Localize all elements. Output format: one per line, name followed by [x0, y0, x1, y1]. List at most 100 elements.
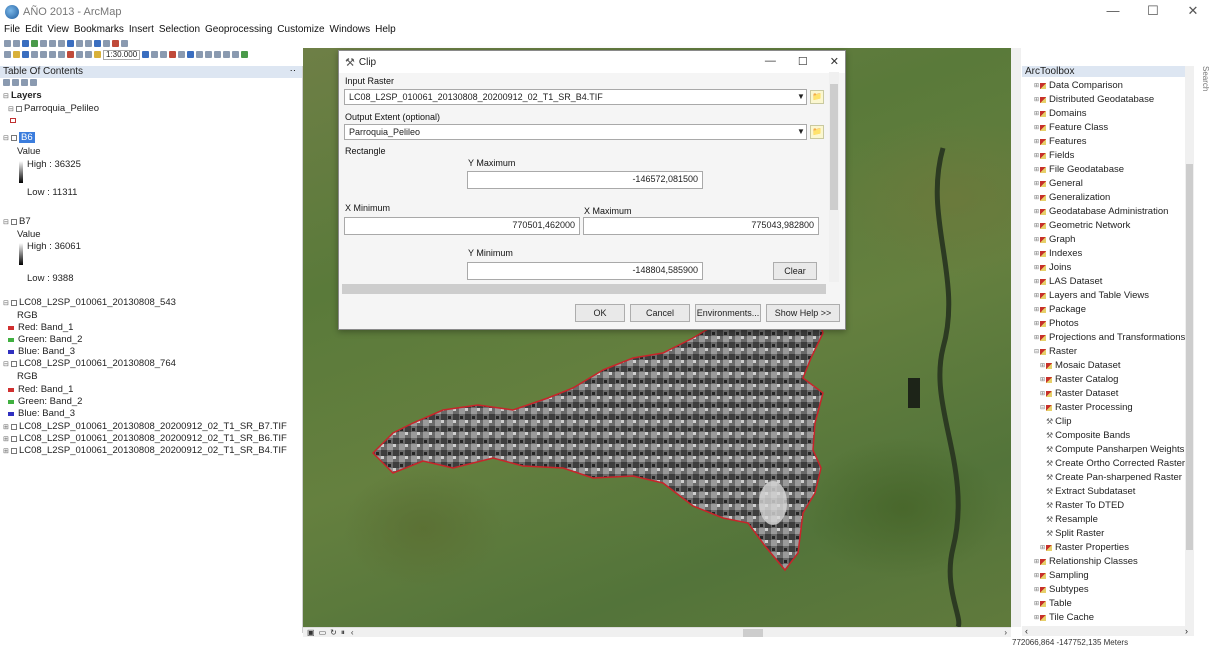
map-bottom-bar[interactable]: ▣ ▭ ↻ ⏸ ‹ ›: [303, 627, 1011, 637]
find-icon[interactable]: [103, 40, 110, 47]
menu-view[interactable]: View: [47, 24, 69, 38]
expand-icon[interactable]: ⊞: [1034, 208, 1039, 215]
toolbox-tool-item[interactable]: ⚒ Compute Pansharpen Weights: [1046, 444, 1184, 455]
dialog-vscroll-thumb[interactable]: [830, 84, 838, 210]
layer-visibility-checkbox[interactable]: [16, 105, 22, 112]
toolbox-toolset-item[interactable]: ⊞ Data Comparison: [1034, 80, 1123, 91]
menu-bookmarks[interactable]: Bookmarks: [74, 24, 124, 38]
zoom-in-icon[interactable]: [4, 40, 11, 47]
expand-icon[interactable]: ⊞: [1034, 558, 1039, 565]
model-builder-icon[interactable]: [187, 51, 195, 58]
menu-selection[interactable]: Selection: [159, 24, 200, 38]
expand-icon[interactable]: ⊞: [1034, 250, 1039, 257]
data-view-button[interactable]: ▣: [307, 628, 315, 637]
layer-name[interactable]: B6: [19, 132, 35, 143]
expand-icon[interactable]: ⊞: [1040, 390, 1045, 397]
menu-geoprocessing[interactable]: Geoprocessing: [205, 24, 272, 38]
scroll-left-arrow[interactable]: ‹: [351, 628, 354, 637]
expand-icon[interactable]: ⊞: [1034, 124, 1039, 131]
list-by-source-icon[interactable]: [12, 78, 19, 86]
python-icon[interactable]: [178, 51, 186, 58]
identify-icon[interactable]: [94, 40, 101, 47]
add-data-icon[interactable]: [94, 51, 101, 58]
layer-visibility-checkbox[interactable]: [11, 360, 17, 367]
collapse-icon[interactable]: ⊟: [3, 299, 11, 307]
y-minimum-input[interactable]: -148804,585900: [467, 262, 703, 280]
expand-icon[interactable]: ⊞: [1034, 152, 1039, 159]
blue-band[interactable]: Blue: Band_3: [8, 408, 75, 419]
toolbox-toolset-item[interactable]: ⊞ Table: [1034, 598, 1072, 609]
full-extent-icon[interactable]: [31, 40, 38, 47]
toolbox-tool-item[interactable]: ⚒ Extract Subdataset: [1046, 486, 1135, 497]
expand-icon[interactable]: ⊞: [1034, 572, 1039, 579]
browse-folder-icon[interactable]: 📁: [810, 90, 824, 104]
red-band[interactable]: Red: Band_1: [8, 322, 73, 333]
layer-tif-b4[interactable]: ⊞ LC08_L2SP_010061_20130808_20200912_02_…: [3, 445, 287, 456]
browse-folder-icon[interactable]: 📁: [810, 125, 824, 139]
x-minimum-input[interactable]: 770501,462000: [344, 217, 580, 235]
toolbox-toolset-item[interactable]: ⊞ Raster Dataset: [1040, 388, 1118, 399]
paste-icon[interactable]: [58, 51, 65, 58]
list-by-drawing-order-icon[interactable]: [3, 78, 10, 86]
toolbox-tool-item[interactable]: ⚒ Split Raster: [1046, 528, 1104, 539]
toolbox-toolset-item[interactable]: ⊞ Tile Cache: [1034, 612, 1094, 623]
toolbox-toolset-item[interactable]: ⊞ Package: [1034, 304, 1086, 315]
menu-windows[interactable]: Windows: [330, 24, 371, 38]
georeferencing-icon[interactable]: [241, 51, 249, 58]
drawing-icon[interactable]: [232, 51, 240, 58]
expand-icon[interactable]: ⊞: [1034, 166, 1039, 173]
toolbox-vscroll-thumb[interactable]: [1186, 164, 1193, 550]
hyperlink-icon[interactable]: [121, 40, 128, 47]
input-raster-combo[interactable]: LC08_L2SP_010061_20130808_20200912_02_T1…: [344, 89, 807, 105]
polygon-symbol[interactable]: [10, 118, 16, 123]
undo-icon[interactable]: [76, 51, 83, 58]
expand-icon[interactable]: ⊞: [1034, 306, 1039, 313]
toolbox-toolset-item[interactable]: ⊞ Indexes: [1034, 248, 1082, 259]
redo-icon[interactable]: [85, 51, 92, 58]
table-of-contents-icon[interactable]: [151, 51, 159, 58]
expand-icon[interactable]: ⊞: [1034, 600, 1039, 607]
chevron-down-icon[interactable]: ▼: [797, 127, 805, 136]
layer-b6[interactable]: ⊟ B6: [3, 132, 35, 143]
collapse-icon[interactable]: ⊟: [3, 92, 11, 100]
menu-file[interactable]: File: [4, 24, 20, 38]
dialog-minimize-button[interactable]: —: [765, 55, 776, 68]
expand-icon[interactable]: ⊞: [1034, 334, 1039, 341]
pan-icon[interactable]: [22, 40, 29, 47]
y-maximum-input[interactable]: -146572,081500: [467, 171, 703, 189]
menu-insert[interactable]: Insert: [129, 24, 154, 38]
toolbox-toolset-item[interactable]: ⊞ Features: [1034, 136, 1087, 147]
x-maximum-input[interactable]: 775043,982800: [583, 217, 819, 235]
expand-icon[interactable]: ⊞: [1034, 222, 1039, 229]
scroll-right-arrow[interactable]: ›: [1185, 626, 1188, 636]
toolbox-toolset-item[interactable]: ⊞ Raster Properties: [1040, 542, 1129, 553]
chevron-down-icon[interactable]: ▼: [797, 92, 805, 101]
collapse-icon[interactable]: ⊟: [1034, 348, 1039, 355]
toolbox-toolset-item[interactable]: ⊞ LAS Dataset: [1034, 276, 1102, 287]
menu-edit[interactable]: Edit: [25, 24, 42, 38]
toolbox-toolset-item[interactable]: ⊞ Layers and Table Views: [1034, 290, 1149, 301]
toolbox-toolset-item[interactable]: ⊞ Subtypes: [1034, 584, 1089, 595]
delete-icon[interactable]: [67, 51, 74, 58]
scroll-right-arrow[interactable]: ›: [1004, 628, 1007, 637]
map-hscroll-thumb[interactable]: [743, 628, 763, 637]
layer-visibility-checkbox[interactable]: [11, 435, 17, 442]
layout-view-button[interactable]: ▭: [319, 628, 327, 637]
dialog-close-button[interactable]: ✕: [830, 55, 839, 68]
toolbox-toolset-item[interactable]: ⊟ Raster: [1034, 346, 1077, 357]
layer-rgb-543[interactable]: ⊟ LC08_L2SP_010061_20130808_543: [3, 297, 176, 308]
toolbox-toolset-item[interactable]: ⊞ Projections and Transformations: [1034, 332, 1185, 343]
ok-button[interactable]: OK: [575, 304, 625, 322]
green-band[interactable]: Green: Band_2: [8, 334, 82, 345]
expand-icon[interactable]: ⊞: [1040, 544, 1045, 551]
layout-pan-icon[interactable]: [214, 51, 222, 58]
toolbox-toolset-item[interactable]: ⊞ Geodatabase Administration: [1034, 206, 1168, 217]
expand-icon[interactable]: ⊞: [1034, 614, 1039, 621]
toolbox-toolset-item[interactable]: ⊞ Photos: [1034, 318, 1079, 329]
layer-visibility-checkbox[interactable]: [11, 299, 17, 306]
print-icon[interactable]: [31, 51, 38, 58]
layer-visibility-checkbox[interactable]: [11, 447, 17, 454]
red-band[interactable]: Red: Band_1: [8, 384, 73, 395]
layer-rgb-764[interactable]: ⊟ LC08_L2SP_010061_20130808_764: [3, 358, 176, 369]
toolbox-toolset-item[interactable]: ⊞ Geometric Network: [1034, 220, 1130, 231]
